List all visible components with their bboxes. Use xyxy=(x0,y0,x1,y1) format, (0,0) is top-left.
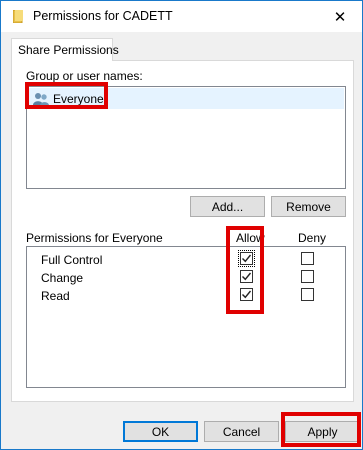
deny-checkbox-read[interactable] xyxy=(301,288,314,301)
close-button[interactable]: ✕ xyxy=(318,1,362,32)
window-title: Permissions for CADETT xyxy=(33,9,173,23)
remove-button-label: Remove xyxy=(286,199,331,214)
checkmark-icon xyxy=(242,254,252,263)
permission-row-full-control: Full Control xyxy=(28,250,344,269)
deny-checkbox-change[interactable] xyxy=(301,270,314,283)
group-or-user-names-label: Group or user names: xyxy=(26,69,143,83)
permission-name: Read xyxy=(41,289,70,303)
allow-column-header: Allow xyxy=(236,231,265,245)
permission-name: Change xyxy=(41,271,84,285)
add-button[interactable]: Add... xyxy=(190,196,265,217)
deny-column-header: Deny xyxy=(298,231,327,245)
cancel-button[interactable]: Cancel xyxy=(204,421,279,442)
permissions-list: Full Control Change Read xyxy=(26,246,346,388)
list-item-label: Everyone xyxy=(53,91,104,106)
checkmark-icon xyxy=(242,290,252,299)
permissions-for-label: Permissions for Everyone xyxy=(26,231,163,245)
users-icon xyxy=(33,92,49,105)
add-button-label: Add... xyxy=(211,199,244,214)
ok-button-label: OK xyxy=(151,424,170,439)
title-bar: Permissions for CADETT ✕ xyxy=(1,1,362,32)
permission-row-change: Change xyxy=(28,268,344,287)
permissions-dialog: Permissions for CADETT ✕ Share Permissio… xyxy=(0,0,363,450)
apply-button[interactable]: Apply xyxy=(285,421,360,442)
ok-button[interactable]: OK xyxy=(123,421,198,442)
tab-share-permissions[interactable]: Share Permissions xyxy=(11,38,119,61)
permission-row-read: Read xyxy=(28,286,344,305)
cancel-button-label: Cancel xyxy=(222,424,261,439)
remove-button[interactable]: Remove xyxy=(271,196,346,217)
apply-button-label: Apply xyxy=(307,424,338,439)
list-item-everyone[interactable]: Everyone xyxy=(28,88,344,109)
group-user-list[interactable]: Everyone xyxy=(26,86,346,189)
close-icon: ✕ xyxy=(333,8,347,26)
folder-share-icon xyxy=(13,10,23,23)
permission-name: Full Control xyxy=(41,253,103,267)
allow-checkbox-read[interactable] xyxy=(240,288,253,301)
allow-checkbox-full-control[interactable] xyxy=(238,250,255,267)
allow-checkbox-change[interactable] xyxy=(240,270,253,283)
tab-panel: Group or user names: Everyone Add... Rem… xyxy=(11,60,354,402)
deny-checkbox-full-control[interactable] xyxy=(301,252,314,265)
checkmark-icon xyxy=(242,272,252,281)
